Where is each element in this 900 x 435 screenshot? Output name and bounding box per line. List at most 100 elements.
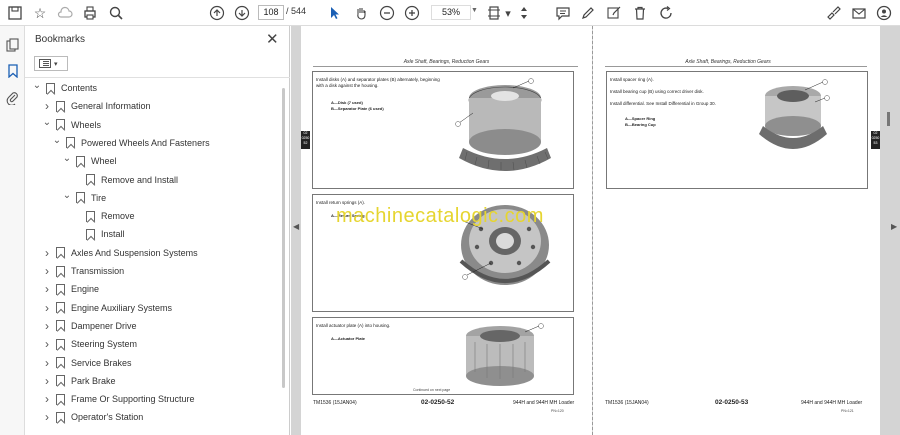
chevron-right-icon[interactable]: › — [41, 337, 53, 351]
page-footer-right: 944H and 944H MH Loader — [801, 400, 863, 406]
legend-text: A—Actuator Plate — [331, 336, 366, 341]
highlight-pen-icon[interactable] — [578, 3, 598, 23]
watermark-text: machinecatalogic.com — [336, 205, 544, 227]
chevron-right-icon[interactable]: › — [41, 301, 53, 315]
previous-page-icon[interactable] — [207, 3, 227, 23]
bookmark-item[interactable]: › Engine Auxiliary Systems — [41, 300, 172, 316]
rotate-icon[interactable] — [656, 3, 676, 23]
bookmark-ribbon-icon — [56, 247, 65, 259]
section-tab: 02 0250 53 — [871, 131, 880, 149]
bookmark-item[interactable]: › Operator's Station — [41, 409, 143, 425]
bookmarks-panel-icon[interactable] — [4, 62, 21, 79]
close-icon[interactable]: ✕ — [266, 30, 279, 48]
page-footer-sub: PN=121 — [841, 409, 854, 413]
bookmark-item[interactable]: › Transmission — [41, 263, 124, 279]
bookmark-item[interactable]: ⌄ Wheel — [61, 153, 117, 169]
save-icon[interactable] — [5, 3, 25, 23]
bookmark-item[interactable]: ⌄ Tire — [61, 190, 106, 206]
page-footer-number: 02-0250-53 — [715, 399, 749, 406]
fill-sign-icon[interactable] — [824, 3, 844, 23]
bookmark-item[interactable]: ⌄ Contents — [31, 80, 97, 96]
delete-trash-icon[interactable] — [630, 3, 650, 23]
chevron-right-icon[interactable]: › — [41, 374, 53, 388]
bookmark-ribbon-icon — [56, 411, 65, 423]
chevron-down-icon[interactable]: ⌄ — [31, 80, 43, 91]
document-scrollbar-thumb[interactable] — [887, 112, 890, 126]
instruction-text: Install spacer ring (A). Install bearing… — [610, 77, 716, 106]
comment-icon[interactable] — [553, 3, 573, 23]
chevron-down-icon[interactable]: ⌄ — [61, 153, 73, 164]
chevron-right-icon[interactable]: › — [41, 246, 53, 260]
chevron-down-icon: ▾ — [54, 60, 58, 68]
page-thumbnails-icon[interactable] — [4, 36, 21, 53]
bookmark-label: General Information — [71, 101, 151, 112]
zoom-search-icon[interactable] — [106, 3, 126, 23]
bookmark-item[interactable]: Remove — [71, 208, 135, 224]
bookmark-item[interactable]: ⌄ Wheels — [41, 117, 101, 133]
draw-edit-icon[interactable] — [604, 3, 624, 23]
bookmark-item[interactable]: › Axles And Suspension Systems — [41, 245, 198, 261]
bookmark-ribbon-icon — [56, 338, 65, 350]
pdf-page-left: Axle Shaft, Bearings, Reduction Gears 02… — [301, 26, 592, 435]
bookmark-item[interactable]: Install — [71, 226, 125, 242]
diagram-disk-pack-image — [455, 78, 551, 171]
chevron-right-icon[interactable]: › — [41, 356, 53, 370]
zoom-dropdown-chevron-icon[interactable]: ▼ — [471, 7, 478, 14]
collapse-left-arrow-icon[interactable]: ◀ — [293, 222, 299, 231]
collapse-right-arrow-icon[interactable]: ▶ — [891, 222, 897, 231]
bookmark-ribbon-icon — [56, 393, 65, 405]
bookmark-options-button[interactable]: ▾ — [34, 56, 68, 71]
zoom-in-icon[interactable] — [402, 3, 422, 23]
bookmark-label: Steering System — [71, 339, 138, 350]
attachments-paperclip-icon[interactable] — [4, 89, 21, 106]
page-number-input[interactable]: 108 — [258, 5, 284, 20]
bookmark-item[interactable]: › Dampener Drive — [41, 318, 137, 334]
page-footer-left: TM1536 (15JAN04) — [605, 400, 649, 406]
bookmark-item[interactable]: › Frame Or Supporting Structure — [41, 391, 195, 407]
hand-tool-icon[interactable] — [351, 3, 371, 23]
bookmark-item[interactable]: ⌄ Powered Wheels And Fasteners — [51, 135, 210, 151]
account-icon[interactable] — [874, 3, 894, 23]
bookmark-ribbon-icon — [86, 228, 95, 240]
bookmark-ribbon-icon — [76, 155, 85, 167]
bookmark-label: Tire — [91, 192, 107, 203]
bookmark-ribbon-icon — [56, 357, 65, 368]
bookmark-ribbon-icon — [76, 192, 85, 204]
chevron-down-icon[interactable]: ⌄ — [41, 117, 53, 128]
bookmark-item[interactable]: › Engine — [41, 281, 99, 297]
bookmark-label: Service Brakes — [71, 357, 132, 368]
bookmark-item[interactable]: › Service Brakes — [41, 355, 132, 371]
bookmark-item[interactable]: › Steering System — [41, 336, 137, 352]
chevron-down-icon[interactable]: ⌄ — [61, 190, 73, 201]
chevron-right-icon[interactable]: › — [41, 392, 53, 406]
chevron-right-icon[interactable]: › — [41, 264, 53, 278]
chevron-down-icon[interactable]: ⌄ — [51, 135, 63, 146]
share-mail-icon[interactable] — [849, 3, 869, 23]
bookmark-label: Transmission — [71, 266, 125, 276]
chevron-right-icon[interactable]: › — [41, 410, 53, 424]
header-rule — [313, 66, 578, 67]
zoom-level-field[interactable]: 53% — [431, 5, 471, 20]
scroll-mode-icon[interactable] — [514, 3, 534, 23]
next-page-icon[interactable] — [232, 3, 252, 23]
bookmark-label: Axles And Suspension Systems — [71, 247, 198, 258]
select-cursor-icon[interactable] — [325, 3, 345, 23]
chevron-right-icon[interactable]: › — [41, 319, 53, 333]
chevron-right-icon[interactable]: › — [41, 99, 53, 113]
bookmark-label: Dampener Drive — [71, 320, 137, 331]
cloud-upload-icon[interactable] — [55, 3, 75, 23]
instruction-box-1: Install spacer ring (A). Install bearing… — [606, 71, 868, 189]
bookmark-item[interactable]: › General Information — [41, 98, 151, 114]
bookmark-item[interactable]: Remove and Install — [71, 172, 178, 188]
star-icon[interactable]: ☆ — [30, 3, 50, 23]
bookmark-ribbon-icon — [56, 283, 65, 295]
bookmark-item[interactable]: › Park Brake — [41, 373, 116, 389]
bookmark-ribbon-icon — [56, 320, 65, 332]
bookmark-label: Powered Wheels And Fasteners — [81, 137, 210, 148]
bookmark-ribbon-icon — [56, 375, 65, 387]
page-header: Axle Shaft, Bearings, Reduction Gears — [403, 59, 490, 65]
chevron-right-icon[interactable]: › — [41, 282, 53, 296]
bookmarks-scrollbar[interactable] — [282, 88, 285, 388]
print-icon[interactable] — [80, 3, 100, 23]
zoom-out-icon[interactable] — [377, 3, 397, 23]
